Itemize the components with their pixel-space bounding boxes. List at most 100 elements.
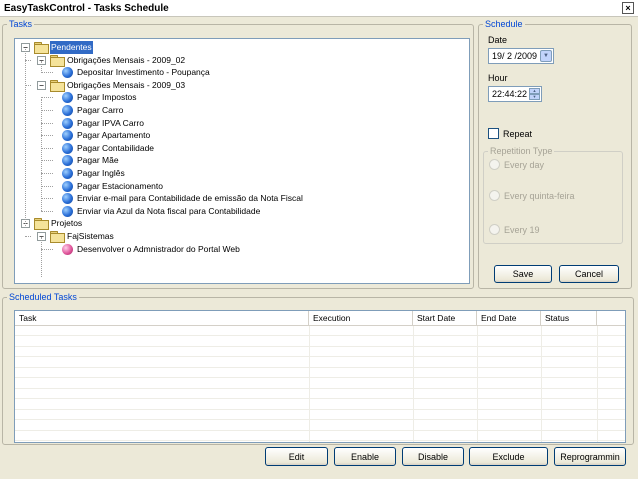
- schedule-group: Schedule Date 19/ 2 /2009 ▼ Hour 22:44:2…: [478, 19, 632, 289]
- tree-connector: [41, 237, 42, 277]
- column-start-date[interactable]: Start Date: [413, 311, 477, 326]
- tree-connector: [25, 236, 31, 237]
- option-every-day: Every day: [504, 160, 545, 170]
- tree-node[interactable]: − Obrigações Mensais - 2009_02: [15, 54, 469, 67]
- tree-node[interactable]: − Obrigações Mensais - 2009_03: [15, 79, 469, 92]
- table-row[interactable]: [15, 368, 625, 378]
- hour-label: Hour: [488, 73, 508, 83]
- task-globe-icon: [62, 92, 73, 104]
- task-globe-icon: [62, 67, 73, 79]
- table-row[interactable]: [15, 389, 625, 399]
- tree-node[interactable]: Pagar Apartamento: [15, 129, 469, 142]
- spin-down-icon[interactable]: ▼: [529, 94, 540, 100]
- tree-node[interactable]: Pagar Contabilidade: [15, 142, 469, 155]
- tree-node[interactable]: Enviar via Azul da Nota fiscal para Cont…: [15, 205, 469, 218]
- tree-node[interactable]: − Pendentes: [15, 41, 469, 54]
- table-row[interactable]: [15, 326, 625, 336]
- table-row[interactable]: [15, 410, 625, 420]
- column-status[interactable]: Status: [541, 311, 597, 326]
- tree-node-label: Pagar Impostos: [77, 92, 137, 103]
- table-row[interactable]: [15, 400, 625, 410]
- task-globe-icon: [62, 142, 73, 154]
- task-tree[interactable]: − Pendentes − Obrigações Mensais - 2009_02 D…: [14, 38, 470, 284]
- task-globe-icon: [62, 105, 73, 116]
- exclude-button[interactable]: Exclude: [469, 447, 548, 466]
- tree-node[interactable]: Depositar Investimento - Poupança: [15, 66, 469, 79]
- column-execution[interactable]: Execution: [309, 311, 413, 326]
- repetition-type-group: Repetition Type Every day Every quinta-f…: [483, 146, 623, 244]
- date-picker[interactable]: 19/ 2 /2009 ▼: [488, 48, 554, 64]
- tree-node[interactable]: Desenvolver o Admnistrador do Portal Web: [15, 243, 469, 256]
- tree-connector: [41, 135, 53, 137]
- scheduled-tasks-grid[interactable]: Task Execution Start Date End Date Statu…: [14, 310, 626, 443]
- task-globe-icon: [62, 180, 73, 192]
- table-row[interactable]: [15, 379, 625, 389]
- option-every-monthday: Every 19: [504, 225, 540, 235]
- save-button[interactable]: Save: [494, 265, 552, 283]
- tree-node-label: Desenvolver o Admnistrador do Portal Web: [77, 243, 240, 254]
- tree-node-label: Pagar Mãe: [77, 155, 119, 166]
- task-globe-icon: [62, 155, 73, 167]
- repeat-checkbox[interactable]: [488, 128, 499, 139]
- task-globe-icon: [62, 130, 73, 142]
- tree-node[interactable]: Pagar IPVA Carro: [15, 117, 469, 130]
- repetition-legend: Repetition Type: [488, 146, 555, 157]
- edit-button[interactable]: Edit: [265, 447, 328, 466]
- table-row[interactable]: [15, 431, 625, 441]
- tree-node[interactable]: Pagar Impostos: [15, 91, 469, 104]
- scheduled-tasks-group: Scheduled Tasks Task Execution Start Dat…: [2, 292, 634, 445]
- table-row[interactable]: [15, 337, 625, 347]
- hour-field[interactable]: 22:44:22 ▲ ▼: [488, 86, 542, 102]
- folder-icon: [34, 42, 49, 54]
- tree-connector: [41, 248, 53, 250]
- task-globe-icon: [62, 205, 73, 217]
- folder-icon: [50, 231, 65, 243]
- cancel-button[interactable]: Cancel: [559, 265, 619, 283]
- tree-connector: [41, 122, 53, 124]
- radio-every-monthday[interactable]: [489, 224, 500, 235]
- tree-node-label: Pagar Estacionamento: [77, 180, 163, 191]
- chevron-down-icon[interactable]: ▼: [540, 50, 552, 62]
- tree-node[interactable]: Pagar Carro: [15, 104, 469, 117]
- table-row[interactable]: [15, 347, 625, 357]
- task-globe-icon: [62, 193, 73, 205]
- close-icon[interactable]: ×: [622, 2, 634, 14]
- tree-node[interactable]: Enviar e-mail para Contabilidade de emis…: [15, 192, 469, 205]
- tree-node[interactable]: − Projetos: [15, 217, 469, 231]
- reprogram-button[interactable]: Reprogrammin: [554, 447, 626, 466]
- tree-connector: [41, 72, 53, 74]
- enable-button[interactable]: Enable: [334, 447, 396, 466]
- tree-node[interactable]: − FajSistemas: [15, 230, 469, 243]
- radio-every-day[interactable]: [489, 159, 500, 170]
- scheduled-legend: Scheduled Tasks: [7, 292, 79, 303]
- tree-node[interactable]: Pagar Mãe: [15, 154, 469, 167]
- tree-node-label: Projetos: [51, 218, 83, 229]
- disable-button[interactable]: Disable: [402, 447, 464, 466]
- tree-connector: [41, 97, 53, 99]
- column-task[interactable]: Task: [15, 311, 309, 326]
- folder-icon: [34, 218, 49, 231]
- tree-node-label: Pagar Apartamento: [77, 130, 151, 141]
- tree-node-label: Depositar Investimento - Poupança: [77, 67, 210, 78]
- tree-connector: [41, 185, 53, 187]
- hour-spinner[interactable]: ▲ ▼: [529, 88, 540, 100]
- grid-header: Task Execution Start Date End Date Statu…: [15, 311, 625, 326]
- tree-connector: [25, 49, 26, 226]
- hour-value: 22:44:22: [492, 89, 528, 99]
- radio-every-weekday[interactable]: [489, 190, 500, 201]
- tree-node[interactable]: Pagar Estacionamento: [15, 180, 469, 193]
- column-end-date[interactable]: End Date: [477, 311, 541, 326]
- title-bar: EasyTaskControl - Tasks Schedule ×: [0, 0, 638, 17]
- option-every-weekday: Every quinta-feira: [504, 191, 575, 201]
- table-row[interactable]: [15, 358, 625, 368]
- tree-node-label: Obrigações Mensais - 2009_02: [67, 54, 186, 65]
- tree-node-label: Obrigações Mensais - 2009_03: [67, 79, 186, 90]
- task-pink-icon: [62, 243, 73, 255]
- schedule-legend: Schedule: [483, 19, 525, 30]
- folder-icon: [50, 79, 65, 92]
- tree-node[interactable]: Pagar Inglês: [15, 167, 469, 180]
- table-row[interactable]: [15, 421, 625, 431]
- folder-icon: [50, 54, 65, 67]
- tree-collapse-icon[interactable]: −: [37, 80, 46, 90]
- tree-connector: [41, 173, 53, 174]
